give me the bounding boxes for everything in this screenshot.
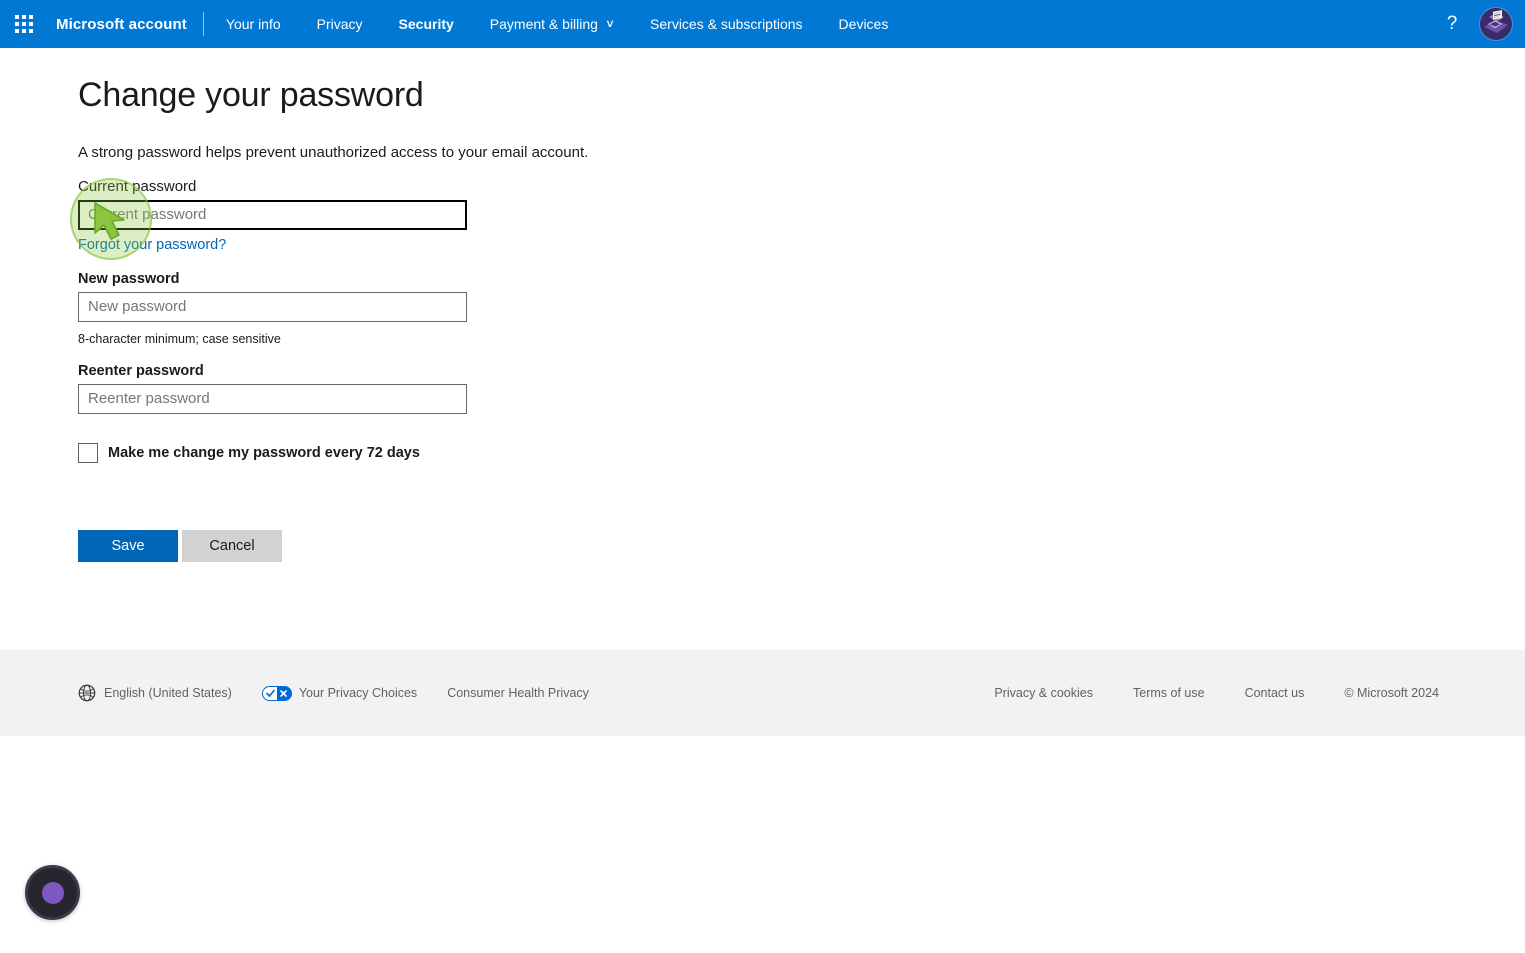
recording-indicator[interactable] xyxy=(25,865,80,920)
nav-item-devices[interactable]: Devices xyxy=(821,0,907,48)
consumer-health-privacy-link[interactable]: Consumer Health Privacy xyxy=(447,686,589,700)
globe-icon xyxy=(78,684,96,702)
nav-item-your-info[interactable]: Your info xyxy=(208,0,299,48)
nav-item-payment-billing[interactable]: Payment & billing ∨ xyxy=(472,0,632,48)
nav-label: Privacy xyxy=(316,16,363,32)
nav-label: Payment & billing xyxy=(489,16,598,32)
chevron-down-icon: ∨ xyxy=(604,17,616,30)
brand-title[interactable]: Microsoft account xyxy=(48,16,203,33)
expiry-checkbox[interactable] xyxy=(78,442,98,463)
expiry-checkbox-label[interactable]: Make me change my password every 72 days xyxy=(108,445,420,461)
avatar[interactable] xyxy=(1480,8,1512,40)
new-password-input[interactable] xyxy=(78,291,467,322)
global-header: Microsoft account Your info Privacy Secu… xyxy=(0,0,1525,48)
forgot-password-link[interactable]: Forgot your password? xyxy=(78,237,226,253)
contact-us-link[interactable]: Contact us xyxy=(1245,686,1305,700)
header-actions: ? xyxy=(1432,0,1525,48)
page-subtitle: A strong password helps prevent unauthor… xyxy=(78,143,589,161)
language-selector[interactable]: English (United States) xyxy=(78,684,232,702)
privacy-choices-label: Your Privacy Choices xyxy=(298,686,418,700)
recording-dot-icon xyxy=(41,881,64,904)
cancel-button[interactable]: Cancel xyxy=(182,529,282,562)
save-button[interactable]: Save xyxy=(78,529,178,562)
current-password-label: Current password xyxy=(78,177,197,195)
waffle-grid-icon xyxy=(15,15,33,33)
reenter-password-input[interactable] xyxy=(78,383,467,414)
primary-nav: Your info Privacy Security Payment & bil… xyxy=(208,0,906,48)
footer-right-links: Privacy & cookies Terms of use Contact u… xyxy=(954,686,1439,700)
nav-item-privacy[interactable]: Privacy xyxy=(299,0,381,48)
page-footer: English (United States) Your Privacy Cho… xyxy=(0,650,1525,736)
copyright-label: © Microsoft 2024 xyxy=(1344,686,1439,700)
help-icon[interactable]: ? xyxy=(1432,0,1472,48)
app-launcher-button[interactable] xyxy=(0,0,48,48)
privacy-cookies-link[interactable]: Privacy & cookies xyxy=(994,686,1093,700)
nav-label: Services & subscriptions xyxy=(650,16,803,32)
form-actions: Save Cancel xyxy=(78,529,1525,562)
nav-label: Your info xyxy=(225,16,281,32)
expiry-checkbox-row: Make me change my password every 72 days xyxy=(78,442,1525,463)
header-divider xyxy=(202,12,204,36)
nav-item-security[interactable]: Security xyxy=(381,0,472,48)
privacy-choices-icon xyxy=(261,685,292,701)
privacy-choices-link[interactable]: Your Privacy Choices xyxy=(261,685,418,701)
main-content: Change your password A strong password h… xyxy=(0,74,1525,562)
page-title: Change your password xyxy=(78,76,424,114)
current-password-input[interactable] xyxy=(78,199,467,230)
new-password-hint: 8-character minimum; case sensitive xyxy=(78,331,281,346)
reenter-password-label: Reenter password xyxy=(78,362,204,379)
nav-label: Devices xyxy=(838,16,889,32)
new-password-label: New password xyxy=(78,270,180,287)
nav-label: Security xyxy=(398,16,454,32)
avatar-illustration-icon xyxy=(1480,8,1512,40)
nav-item-services-subscriptions[interactable]: Services & subscriptions xyxy=(632,0,821,48)
language-label: English (United States) xyxy=(104,686,232,700)
terms-of-use-link[interactable]: Terms of use xyxy=(1133,686,1205,700)
footer-left-links: English (United States) Your Privacy Cho… xyxy=(78,684,619,702)
